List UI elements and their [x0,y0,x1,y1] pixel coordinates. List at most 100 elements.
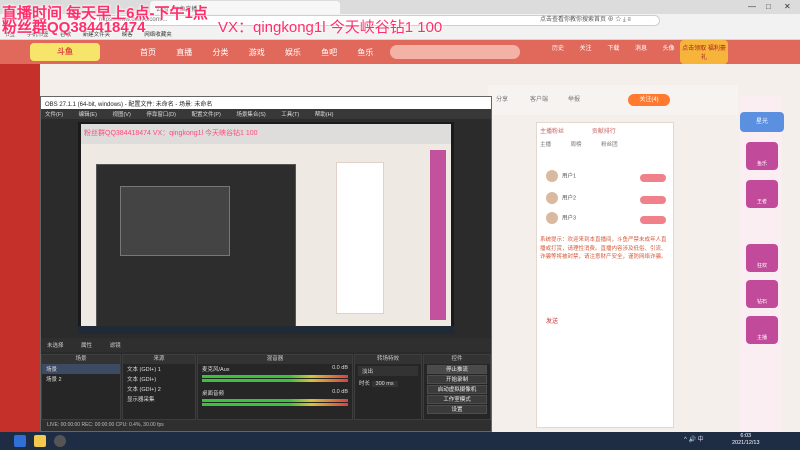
side-banner[interactable]: 星光 [740,112,784,132]
tab-ranking[interactable]: 贡献排行 [592,129,616,135]
overlay-qq-group: 粉丝群QQ384418474 [2,19,146,36]
subtab[interactable]: 粉丝团 [601,142,618,148]
obs-titlebar[interactable]: OBS 27.1.1 (64-bit, windows) - 配置文件: 未命名… [41,97,491,109]
room-header [488,85,738,115]
source-item[interactable]: 文本 (GDI+) 2 [123,384,195,394]
site-logo[interactable]: 斗鱼 [30,43,100,61]
side-card[interactable]: 主播 [746,316,778,344]
taskbar [0,432,800,450]
scene-item[interactable]: 场景 2 [42,374,120,384]
gift-tag [640,216,666,224]
virtual-camera-button[interactable]: 启动虚拟摄像机 [427,385,487,394]
transition-select[interactable]: 淡出 [358,366,418,376]
side-card[interactable]: 狂欢 [746,244,778,272]
subtab[interactable]: 周榜 [571,142,582,148]
tab-fans[interactable]: 主播粉丝 [540,129,564,135]
bookmark-item[interactable]: 网络收藏夹 [144,32,172,38]
dock-title: 场景 [42,355,120,364]
studio-mode-button[interactable]: 工作室模式 [427,395,487,404]
clock[interactable]: 6:03 2021/12/13 [732,433,760,447]
audio-meter [202,399,348,402]
obs-source-toolbar: 未选择 属性 滤镜 [41,338,491,352]
follow-button[interactable]: 关注(4) [628,94,670,106]
avatar[interactable]: 头像 [656,43,682,52]
nav-link[interactable]: 娱乐 [285,48,301,57]
browser-tools[interactable]: 点击查看你教你搜索首页 ⊕ ☆ ⤓ ≡ [540,14,631,24]
mixer-dock: 混音器 麦克风/Aux 0.0 dB 桌面音频 0.0 dB [197,354,353,420]
dock-title: 混音器 [198,355,352,364]
no-source-label: 未选择 [47,343,64,349]
gift-tag [640,196,666,204]
clock-time: 6:03 [740,433,752,439]
stop-streaming-button[interactable]: 停止推流 [427,365,487,374]
dock-title: 控件 [424,355,490,364]
scene-item[interactable]: 场景 [42,364,120,374]
duration-input[interactable]: 300 ms [371,381,398,387]
side-card[interactable]: 王者 [746,180,778,208]
system-tray[interactable]: ^ 🔊 中 [684,434,704,443]
start-recording-button[interactable]: 开始录制 [427,375,487,384]
report-icon[interactable]: 举报 [568,94,580,103]
chat-username[interactable]: 用户3 [562,215,576,221]
preview-chat [336,162,384,314]
side-card[interactable]: 钻石 [746,280,778,308]
filters-button[interactable]: 滤镜 [110,343,121,349]
maximize-button[interactable]: □ [766,2,771,11]
clock-date: 2021/12/13 [732,440,760,446]
message-icon[interactable]: 消息 [628,43,654,52]
history-icon[interactable]: 历史 [545,43,571,52]
close-button[interactable]: ✕ [784,2,791,11]
side-card[interactable]: 鱼乐 [746,142,778,170]
chat-username[interactable]: 用户1 [562,173,576,179]
source-item[interactable]: 显示器采集 [123,394,195,404]
share-icon[interactable]: 分享 [496,94,508,103]
follow-icon[interactable]: 关注 [573,43,599,52]
menu-item[interactable]: 场景集合(S) [236,112,265,118]
nav-link[interactable]: 游戏 [249,48,265,57]
audio-meter [202,403,348,406]
menu-item[interactable]: 工具(T) [281,112,299,118]
nav-link[interactable]: 鱼吧 [321,48,337,57]
chat-subtabs: 主播 周榜 粉丝团 [540,140,636,148]
settings-button[interactable]: 设置 [427,405,487,414]
menu-item[interactable]: 停靠窗口(D) [146,112,176,118]
overlay-wechat: VX：qingkong1l 今天峡谷钻1 100 [218,19,443,36]
nav-link[interactable]: 分类 [212,48,228,57]
site-search-input[interactable] [390,45,520,59]
client-icon[interactable]: 客户端 [530,94,548,103]
chat-tabs: 主播粉丝 贡献排行 [540,126,642,135]
explorer-icon[interactable] [34,435,46,447]
site-nav: 首页 直播 分类 游戏 娱乐 鱼吧 鱼乐 [140,47,391,58]
source-item[interactable]: 文本 (GDI+) [123,374,195,384]
subtab[interactable]: 主播 [540,142,551,148]
promo-badge[interactable]: 点击领取 福利豪礼 [680,40,728,64]
menu-item[interactable]: 文件(F) [45,112,63,118]
dock-title: 来源 [123,355,195,364]
menu-item[interactable]: 帮助(H) [315,112,334,118]
scenes-dock: 场景 场景 场景 2 [41,354,121,420]
properties-button[interactable]: 属性 [81,343,92,349]
list-item: 用户1 [546,170,576,182]
chat-panel [536,122,674,428]
menu-item[interactable]: 编辑(E) [79,112,97,118]
chat-input[interactable]: 发送 [546,316,558,325]
list-item: 用户2 [546,192,576,204]
avatar [546,170,558,182]
audio-meter [202,379,348,382]
preview-nested-obs-inner [120,186,230,256]
download-icon[interactable]: 下载 [600,43,626,52]
obs-app-icon[interactable] [54,435,66,447]
nav-link[interactable]: 首页 [140,48,156,57]
chat-username[interactable]: 用户2 [562,195,576,201]
source-item[interactable]: 文本 (GDI+) 1 [123,364,195,374]
minimize-button[interactable]: — [748,2,756,11]
nav-link[interactable]: 鱼乐 [357,48,373,57]
menu-item[interactable]: 配置文件(P) [191,112,220,118]
nav-link[interactable]: 直播 [176,48,192,57]
duration-row: 时长 300 ms [355,378,421,388]
dock-title: 转场特效 [355,355,421,364]
obs-statusbar: LIVE: 00:00:00 REC: 00:00:00 CPU: 0.4%, … [41,420,491,431]
menu-item[interactable]: 视图(V) [112,112,130,118]
windows-start-icon[interactable] [14,435,26,447]
preview-overlay-text: 粉丝群QQ384418474 VX：qingkong1l 今天峡谷钻1 100 [84,130,258,137]
